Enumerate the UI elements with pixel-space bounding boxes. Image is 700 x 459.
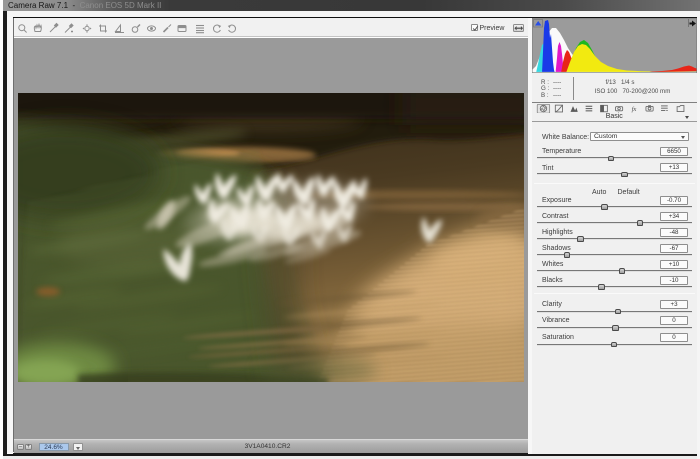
svg-text:fx: fx bbox=[632, 106, 637, 113]
